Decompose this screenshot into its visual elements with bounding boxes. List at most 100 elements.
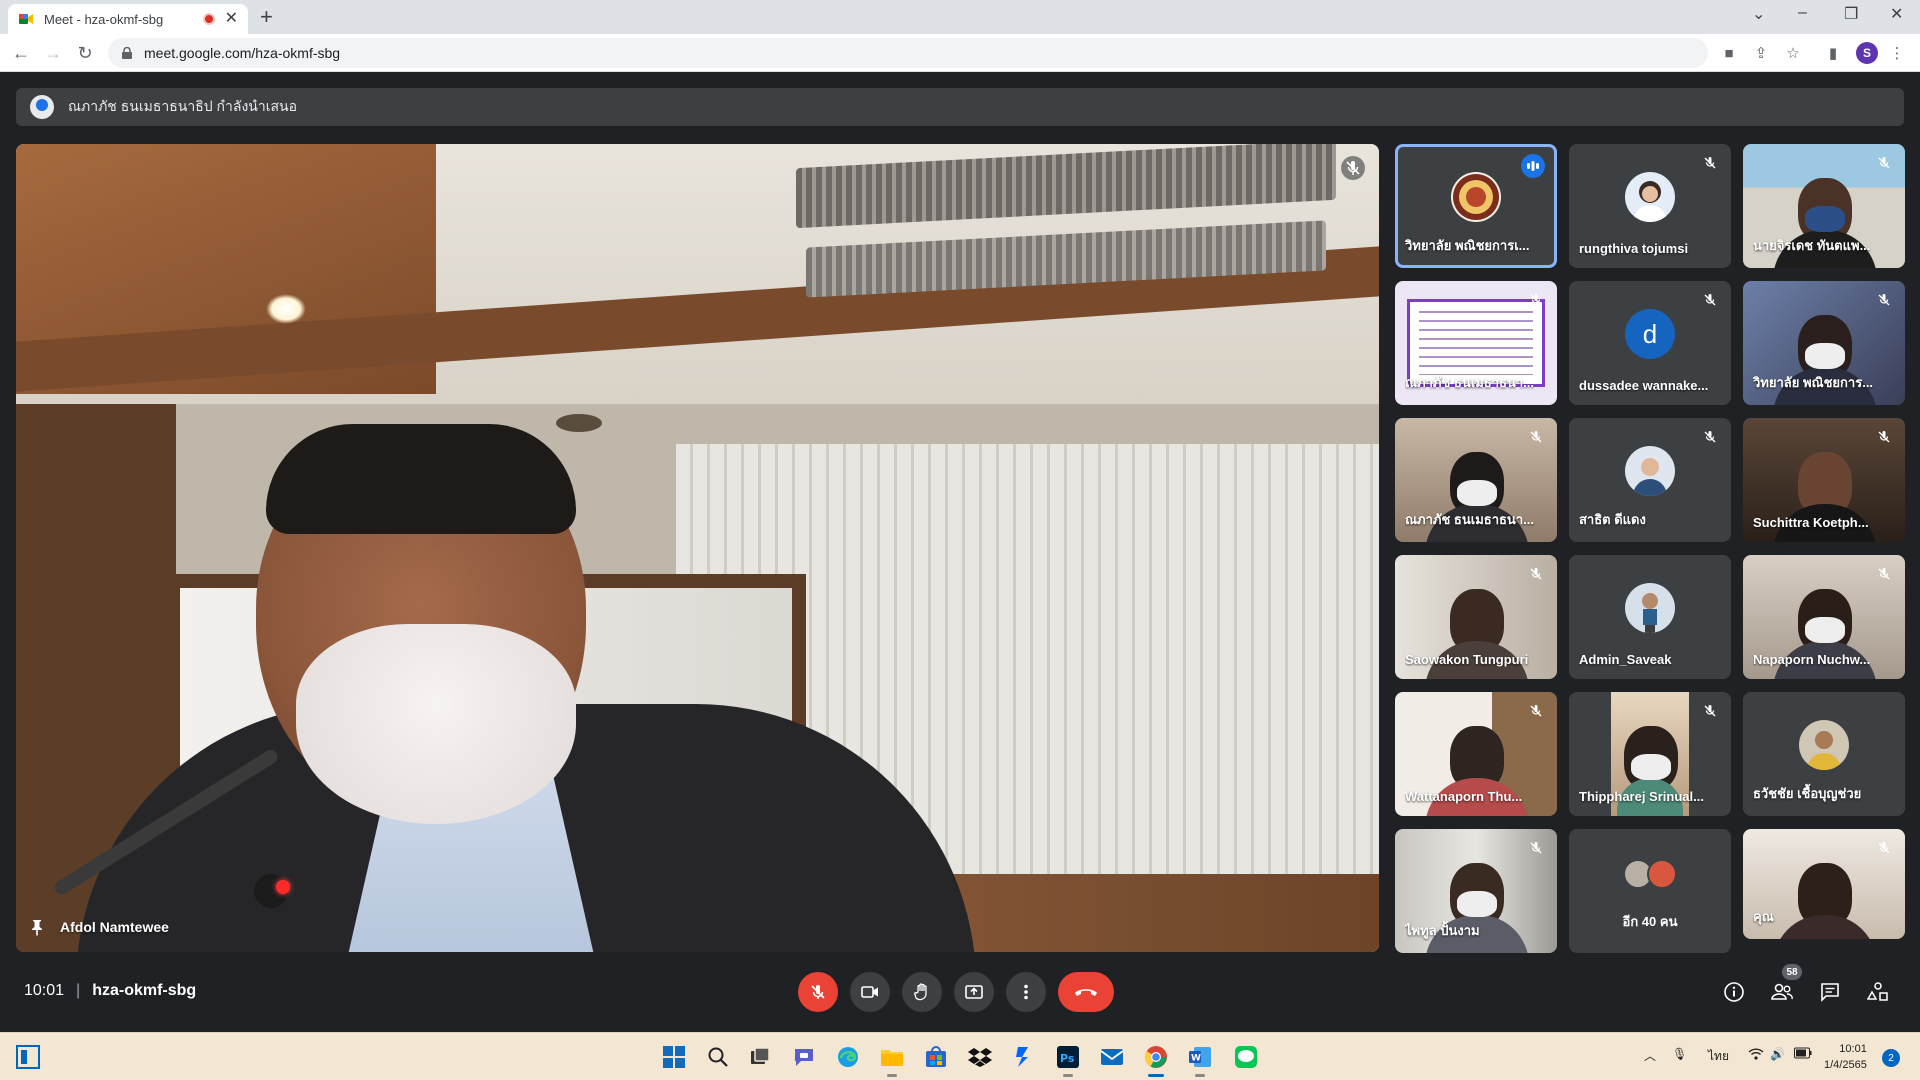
participant-tile[interactable]: Suchittra Koetph... bbox=[1743, 418, 1905, 542]
input-language-indicator[interactable]: ไทย bbox=[1708, 1047, 1729, 1066]
volume-icon[interactable]: 🔊 bbox=[1770, 1047, 1785, 1061]
side-panel-icon[interactable]: ▮ bbox=[1822, 42, 1844, 64]
video-face-mask bbox=[1457, 891, 1497, 917]
raise-hand-button[interactable] bbox=[902, 972, 942, 1012]
lock-icon bbox=[122, 47, 132, 59]
store-app[interactable] bbox=[922, 1043, 950, 1071]
task-view-icon bbox=[751, 1047, 770, 1064]
video-face-mask bbox=[1457, 480, 1497, 506]
participant-name: ณภาภัช ธนเมธาธนา... bbox=[1405, 375, 1534, 390]
participant-tile[interactable]: Napaporn Nuchw... bbox=[1743, 555, 1905, 679]
participant-tile[interactable]: ณภาภัช ธนเมธาธนา... bbox=[1395, 281, 1557, 405]
minimize-button[interactable]: – bbox=[1798, 4, 1807, 22]
mic-off-icon bbox=[1530, 705, 1542, 717]
divider: | bbox=[76, 982, 81, 999]
profile-avatar[interactable]: S bbox=[1856, 42, 1878, 64]
participant-avatar bbox=[1625, 583, 1675, 633]
mic-off-icon bbox=[1341, 156, 1365, 180]
mail-app[interactable] bbox=[1098, 1043, 1126, 1071]
notification-badge[interactable]: 2 bbox=[1882, 1049, 1900, 1067]
participant-tile[interactable]: ไพทูล ปั้นงาม bbox=[1395, 829, 1557, 953]
browser-tab-meet[interactable]: Meet - hza-okmf-sbg ✕ bbox=[8, 4, 248, 34]
share-icon[interactable]: ⇪ bbox=[1750, 42, 1772, 64]
participant-name: ไพทูล ปั้นงาม bbox=[1405, 923, 1480, 938]
participant-tile[interactable]: ธวัชชัย เชื้อบุญช่วย bbox=[1743, 692, 1905, 816]
activities-icon bbox=[1867, 982, 1888, 1001]
more-participants-tile[interactable]: อีก 40 คน bbox=[1569, 829, 1731, 953]
self-view-tile[interactable]: คุณ bbox=[1743, 829, 1905, 939]
participant-tile[interactable]: วิทยาลัย พณิชยการ... bbox=[1743, 281, 1905, 405]
power-automate-app[interactable] bbox=[1010, 1043, 1038, 1071]
participant-tile[interactable]: ณภาภัช ธนเมธาธนา... bbox=[1395, 418, 1557, 542]
microphone-toggle-button[interactable] bbox=[798, 972, 838, 1012]
word-app[interactable]: W bbox=[1186, 1043, 1214, 1077]
chrome-app[interactable] bbox=[1142, 1043, 1170, 1077]
close-tab-icon[interactable]: ✕ bbox=[225, 11, 238, 27]
participant-tile[interactable]: d dussadee wannake... bbox=[1569, 281, 1731, 405]
store-icon bbox=[926, 1046, 946, 1067]
photoshop-icon: Ps bbox=[1057, 1046, 1079, 1068]
start-button[interactable] bbox=[660, 1043, 688, 1071]
new-tab-button[interactable]: + bbox=[260, 6, 273, 28]
chrome-icon bbox=[1144, 1046, 1167, 1068]
forward-button[interactable]: → bbox=[40, 40, 66, 66]
edge-app[interactable] bbox=[834, 1043, 862, 1071]
microphone-tray-icon[interactable]: 🎙 bbox=[1672, 1047, 1687, 1061]
tab-search-chevron-icon[interactable]: ⌄ bbox=[1752, 4, 1765, 24]
camera-toggle-button[interactable] bbox=[850, 972, 890, 1012]
activities-button[interactable] bbox=[1862, 976, 1894, 1008]
participant-avatar bbox=[1625, 172, 1675, 222]
people-icon bbox=[1771, 983, 1793, 1000]
photoshop-app[interactable]: Ps bbox=[1054, 1043, 1082, 1077]
close-window-button[interactable]: ✕ bbox=[1890, 4, 1903, 24]
presenter-avatar bbox=[30, 95, 54, 119]
teams-chat-button[interactable] bbox=[790, 1043, 818, 1071]
main-speaker-video[interactable]: Afdol Namtewee bbox=[16, 144, 1379, 952]
participant-tile[interactable]: Admin_Saveak bbox=[1569, 555, 1731, 679]
participant-name: สาธิต ดีแดง bbox=[1579, 512, 1646, 527]
participant-name: Suchittra Koetph... bbox=[1753, 515, 1869, 530]
participant-tile[interactable]: rungthiva tojumsi bbox=[1569, 144, 1731, 268]
bookmark-star-icon[interactable]: ☆ bbox=[1782, 42, 1804, 64]
wifi-icon[interactable] bbox=[1748, 1047, 1764, 1064]
recording-indicator-icon bbox=[202, 13, 215, 25]
dropbox-app[interactable] bbox=[966, 1043, 994, 1071]
participant-avatar bbox=[1799, 720, 1849, 770]
show-everyone-button[interactable] bbox=[1766, 976, 1798, 1008]
chat-button[interactable] bbox=[1814, 976, 1846, 1008]
mic-off-icon bbox=[1878, 842, 1890, 854]
chrome-menu-icon[interactable]: ⋮ bbox=[1886, 42, 1908, 64]
mic-off-icon bbox=[1530, 568, 1542, 580]
participant-tile[interactable]: สาธิต ดีแดง bbox=[1569, 418, 1731, 542]
camera-in-use-icon[interactable]: ■ bbox=[1718, 42, 1740, 64]
leave-call-button[interactable] bbox=[1058, 972, 1114, 1012]
task-view-button[interactable] bbox=[746, 1043, 774, 1071]
participant-name: rungthiva tojumsi bbox=[1579, 241, 1689, 256]
line-app[interactable] bbox=[1232, 1043, 1260, 1071]
back-button[interactable]: ← bbox=[8, 40, 34, 66]
battery-icon[interactable] bbox=[1794, 1047, 1812, 1062]
participant-name: Napaporn Nuchw... bbox=[1753, 652, 1871, 667]
participant-tile[interactable]: Thippharej Srinual... bbox=[1569, 692, 1731, 816]
pin-icon[interactable] bbox=[28, 918, 46, 936]
participant-tile[interactable]: Wattanaporn Thu... bbox=[1395, 692, 1557, 816]
search-button[interactable] bbox=[704, 1043, 732, 1071]
address-bar[interactable]: meet.google.com/hza-okmf-sbg bbox=[108, 38, 1708, 68]
restore-button[interactable]: ❐ bbox=[1844, 4, 1858, 24]
participant-tile[interactable]: วิทยาลัย พณิชยการเ... bbox=[1395, 144, 1557, 268]
file-explorer-app[interactable] bbox=[878, 1043, 906, 1077]
reload-button[interactable]: ↻ bbox=[72, 40, 98, 66]
meeting-details-button[interactable] bbox=[1718, 976, 1750, 1008]
present-now-button[interactable] bbox=[954, 972, 994, 1012]
participant-tile[interactable]: Saowakon Tungpuri bbox=[1395, 555, 1557, 679]
more-options-button[interactable] bbox=[1006, 972, 1046, 1012]
system-clock[interactable]: 10:01 1/4/2565 bbox=[1824, 1041, 1867, 1073]
participant-name: นายจิรเดช ทันตแพ... bbox=[1753, 238, 1871, 253]
participant-tile[interactable]: นายจิรเดช ทันตแพ... bbox=[1743, 144, 1905, 268]
show-hidden-icons-chevron-icon[interactable]: ︿ bbox=[1644, 1047, 1656, 1064]
present-screen-icon bbox=[965, 985, 983, 999]
widgets-icon[interactable] bbox=[16, 1045, 40, 1069]
info-icon bbox=[1724, 982, 1744, 1002]
more-vert-icon bbox=[1024, 984, 1028, 1000]
participant-avatar bbox=[1647, 859, 1677, 889]
